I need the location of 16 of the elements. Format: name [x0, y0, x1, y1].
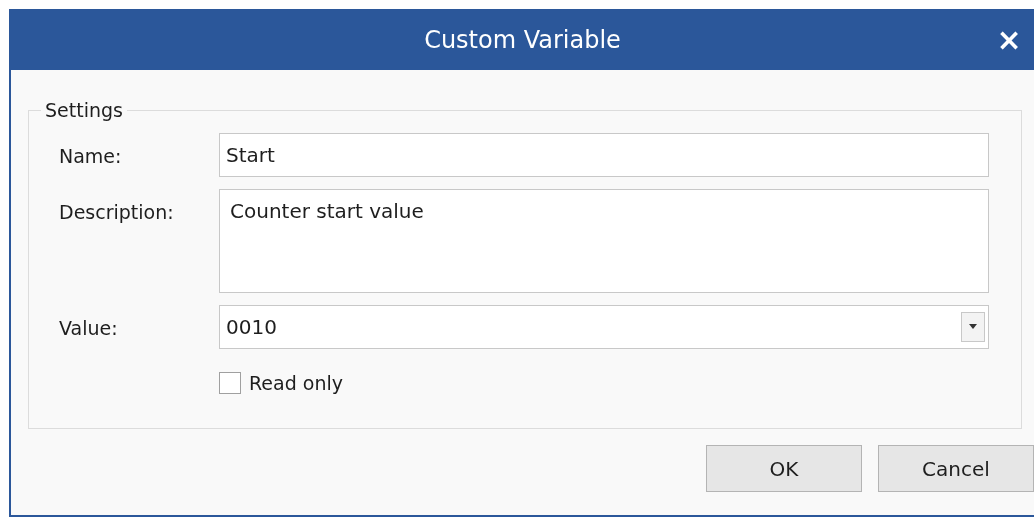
field-label: Value:: [59, 315, 119, 341]
read-only-checkbox[interactable]: Read only: [219, 368, 989, 397]
window-title: Custom Variable: [424, 24, 621, 56]
field-label: Name:: [59, 143, 123, 169]
group-title: Settings: [44, 98, 124, 123]
caret-icon: [969, 324, 977, 329]
dialog-button[interactable]: OK: [706, 445, 862, 492]
checkbox-square[interactable]: [219, 371, 241, 394]
value-combo-box[interactable]: 0010: [219, 304, 989, 349]
close-button[interactable]: ×: [992, 21, 1026, 58]
dropdown-button[interactable]: [961, 311, 985, 342]
dialog-button[interactable]: Cancel: [878, 445, 1034, 492]
field-label: Description:: [59, 199, 175, 225]
value-text: 0010: [226, 313, 278, 341]
description-field[interactable]: Counter start value: [219, 188, 989, 293]
name-field[interactable]: Start: [219, 132, 989, 177]
